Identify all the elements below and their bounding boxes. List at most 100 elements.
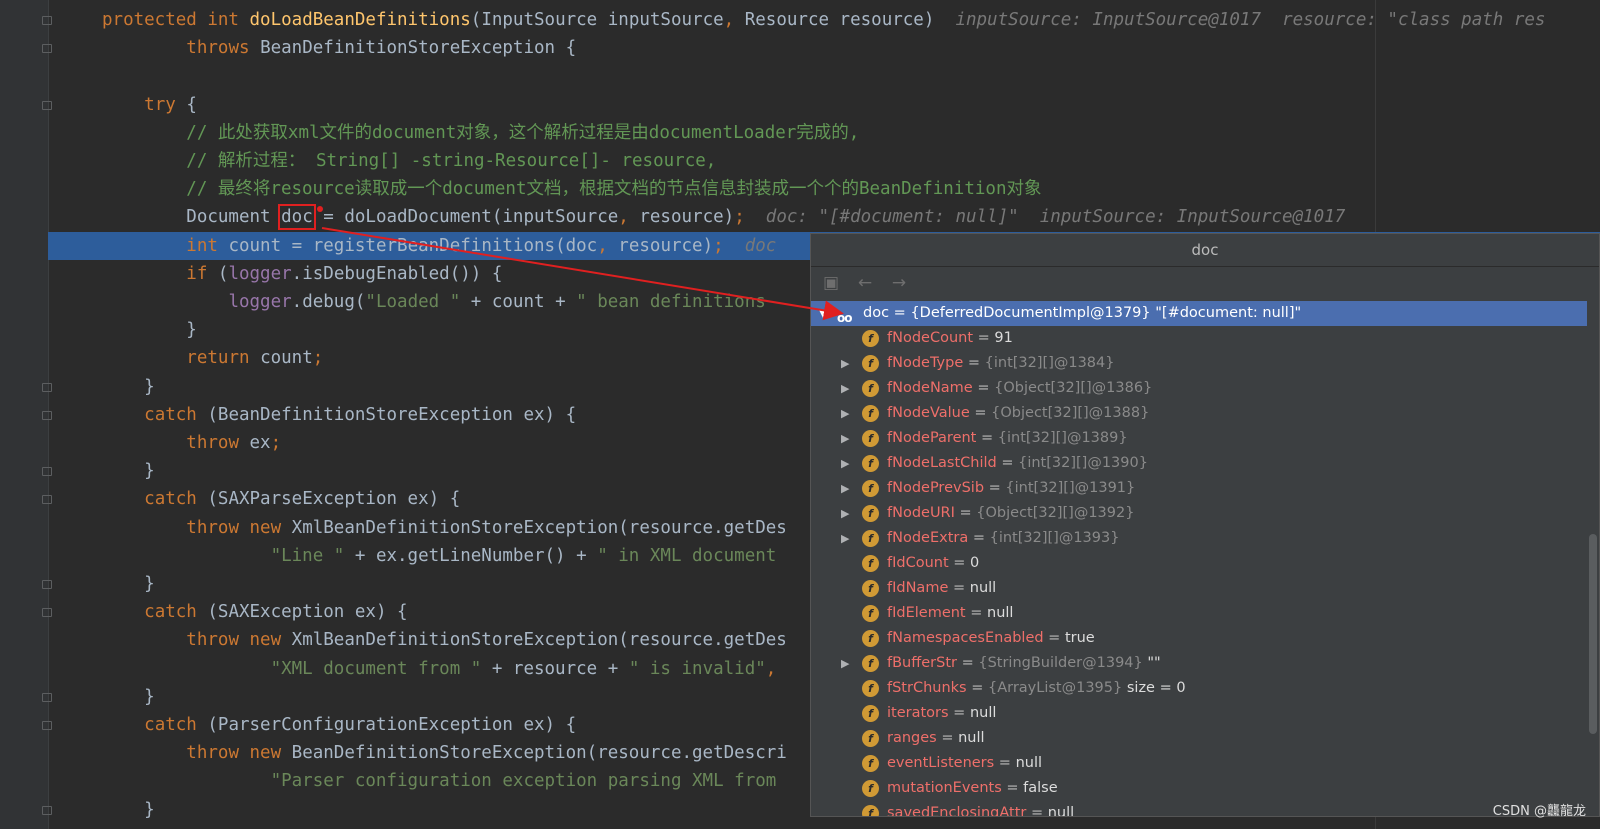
code-token: " is invalid" xyxy=(628,658,766,679)
variable-name: doc xyxy=(863,305,890,321)
tree-row[interactable]: ▶ f fNodeType = {int[32][]@1384} xyxy=(811,351,1587,376)
expand-arrow-icon[interactable]: ▶ xyxy=(841,526,853,551)
expand-arrow-icon[interactable]: ▶ xyxy=(841,426,853,451)
fold-marker-icon[interactable] xyxy=(42,805,52,815)
variable-type: {int[32][]@1391} xyxy=(1005,480,1136,496)
tree-row[interactable]: f fStrChunks = {ArrayList@1395} size = 0 xyxy=(811,676,1587,701)
tree-row[interactable]: ▶ f fNodeURI = {Object[32][]@1392} xyxy=(811,501,1587,526)
variable-type: {Object[32][]@1388} xyxy=(991,405,1150,421)
fold-marker-icon[interactable] xyxy=(42,100,52,110)
code-token: "Loaded " xyxy=(365,292,471,312)
field-icon: f xyxy=(862,730,879,747)
tree-row[interactable]: f fIdElement = null xyxy=(811,601,1587,626)
fold-marker-icon[interactable] xyxy=(42,410,52,420)
variable-name: fNodeValue xyxy=(887,405,970,421)
variable-name: fIdCount xyxy=(887,555,949,571)
debug-inspect-popup[interactable]: doc ▣ ← → ▼ oo doc = {DeferredDocumentImpl… xyxy=(810,233,1600,817)
code-line[interactable]: throws BeanDefinitionStoreException { xyxy=(48,34,1600,62)
field-icon: f xyxy=(862,680,879,697)
code-line[interactable] xyxy=(48,62,1600,90)
fold-marker-icon[interactable] xyxy=(42,44,52,54)
back-arrow-icon[interactable]: ← xyxy=(855,273,875,293)
code-line[interactable]: protected int doLoadBeanDefinitions(Inpu… xyxy=(48,6,1600,34)
fold-marker-icon[interactable] xyxy=(42,495,52,505)
fold-marker-icon[interactable] xyxy=(42,580,52,589)
forward-arrow-icon[interactable]: → xyxy=(889,273,909,293)
tree-row[interactable]: f iterators = null xyxy=(811,701,1587,726)
popup-title: doc xyxy=(811,234,1599,267)
code-token: + resource + xyxy=(491,658,629,679)
tree-row[interactable]: f ranges = null xyxy=(811,726,1587,751)
tree-row[interactable]: f fNodeCount = 91 xyxy=(811,326,1587,351)
code-line[interactable]: Document doc = doLoadDocument(inputSourc… xyxy=(48,203,1600,231)
field-icon: f xyxy=(862,455,879,472)
fold-marker-icon[interactable] xyxy=(42,608,52,618)
tree-row[interactable]: f eventListeners = null xyxy=(811,751,1587,776)
code-token: if xyxy=(186,263,218,284)
code-line[interactable]: // 最终将resource读取成一个document文档，根据文档的节点信息封… xyxy=(48,175,1600,203)
tree-row[interactable]: ▶ f fBufferStr = {StringBuilder@1394} "" xyxy=(811,651,1587,676)
code-token: // 解析过程： String[] -string-Resource[]- re… xyxy=(186,151,717,171)
code-token: (BeanDefinitionStoreException ex) { xyxy=(207,404,577,425)
tree-row[interactable]: f mutationEvents = false xyxy=(811,776,1587,801)
field-icon: f xyxy=(862,755,879,772)
fold-marker-icon[interactable] xyxy=(42,721,52,730)
variable-value: 91 xyxy=(994,330,1013,346)
popup-scrollbar[interactable] xyxy=(1589,534,1597,734)
expand-arrow-icon[interactable]: ▶ xyxy=(841,351,853,376)
tree-row[interactable]: ▶ f fNodeExtra = {int[32][]@1393} xyxy=(811,526,1587,551)
code-token: , xyxy=(765,658,777,679)
code-token: logger xyxy=(228,263,292,284)
code-token: .isDebugEnabled()) { xyxy=(291,263,503,284)
tree-row[interactable]: f savedEnclosingAttr = null xyxy=(811,801,1587,816)
variables-tree[interactable]: ▼ oo doc = {DeferredDocumentImpl@1379} "[#… xyxy=(811,301,1587,816)
inline-debug-hint: doc xyxy=(744,235,777,256)
code-token: "Parser configuration exception parsing … xyxy=(270,771,787,792)
restore-icon[interactable]: ▣ xyxy=(821,273,841,293)
expand-arrow-icon[interactable]: ▶ xyxy=(841,651,853,676)
field-icon: f xyxy=(862,655,879,672)
inline-debug-hint: inputSource: InputSource@1017 resource: … xyxy=(955,10,1546,30)
variable-value: "[#document: null]" xyxy=(1155,305,1302,321)
tree-row[interactable]: ▶ f fNodeParent = {int[32][]@1389} xyxy=(811,426,1587,451)
expand-arrow-icon[interactable]: ▶ xyxy=(841,401,853,426)
tree-row[interactable]: f fIdCount = 0 xyxy=(811,551,1587,576)
code-line[interactable]: // 解析过程： String[] -string-Resource[]- re… xyxy=(48,147,1600,175)
expand-arrow-icon[interactable]: ▶ xyxy=(841,451,853,476)
code-token: (ParserConfigurationException ex) { xyxy=(207,715,577,735)
expand-arrow-icon[interactable]: ▶ xyxy=(841,376,853,401)
tree-root-row[interactable]: ▼ oo doc = {DeferredDocumentImpl@1379} "[#… xyxy=(811,301,1587,326)
code-token: ; xyxy=(312,348,324,369)
tree-row[interactable]: ▶ f fNodeName = {Object[32][]@1386} xyxy=(811,376,1587,401)
code-line[interactable]: try { xyxy=(48,91,1600,119)
variable-type: {int[32][]@1389} xyxy=(997,430,1128,446)
code-token: BeanDefinitionStoreException(resource.ge… xyxy=(291,743,787,764)
field-icon: f xyxy=(862,530,879,547)
collapse-arrow-icon[interactable]: ▼ xyxy=(819,301,831,326)
variable-name: fNodePrevSib xyxy=(887,480,985,496)
expand-arrow-icon[interactable]: ▶ xyxy=(841,501,853,526)
field-icon: f xyxy=(862,480,879,497)
expand-arrow-icon[interactable]: ▶ xyxy=(841,476,853,501)
fold-marker-icon[interactable] xyxy=(42,382,52,392)
tree-row[interactable]: f fNamespacesEnabled = true xyxy=(811,626,1587,651)
variable-value: null xyxy=(1015,755,1043,771)
fold-marker-icon[interactable] xyxy=(42,692,52,702)
variable-name: fNodeLastChild xyxy=(887,455,997,471)
code-token: } xyxy=(102,686,155,707)
fold-marker-icon[interactable] xyxy=(42,16,52,25)
tree-row[interactable]: ▶ f fNodeValue = {Object[32][]@1388} xyxy=(811,401,1587,426)
code-line[interactable]: // 此处获取xml文件的document对象，这个解析过程是由document… xyxy=(48,119,1600,147)
tree-row[interactable]: f fIdName = null xyxy=(811,576,1587,601)
code-token: // 最终将resource读取成一个document文档，根据文档的节点信息封… xyxy=(186,179,1042,200)
tree-row[interactable]: ▶ f fNodePrevSib = {int[32][]@1391} xyxy=(811,476,1587,501)
fold-marker-icon[interactable] xyxy=(42,467,52,477)
inline-debug-hint: doc: "[#document: null]" inputSource: In… xyxy=(765,207,1346,228)
field-icon: f xyxy=(862,805,879,816)
popup-toolbar: ▣ ← → xyxy=(811,267,1599,299)
tree-row[interactable]: ▶ f fNodeLastChild = {int[32][]@1390} xyxy=(811,451,1587,476)
